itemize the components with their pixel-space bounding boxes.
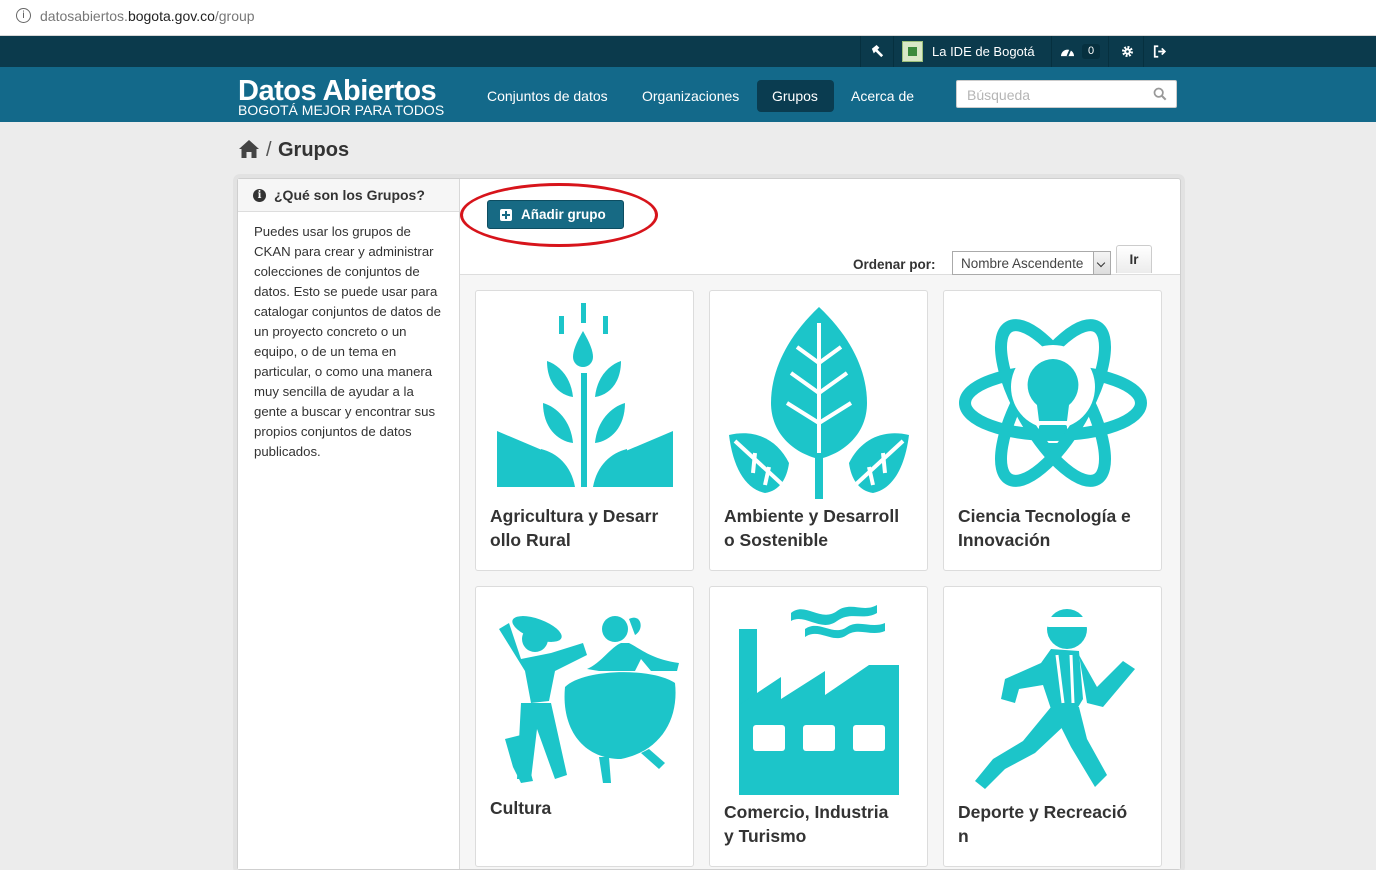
nav-groups[interactable]: Grupos: [757, 80, 834, 112]
group-name[interactable]: Comercio, Industria y Turismo: [724, 800, 902, 848]
group-card[interactable]: Ciencia Tecnología e Innovación: [943, 290, 1162, 571]
atom-bulb-icon: [959, 319, 1147, 487]
activity-count-badge[interactable]: 0: [1082, 44, 1100, 59]
dancers-icon: [499, 616, 679, 783]
runner-icon: [975, 609, 1135, 789]
breadcrumb-separator: /: [266, 139, 272, 161]
group-name[interactable]: Deporte y Recreación: [958, 800, 1136, 848]
info-circle-icon: i: [253, 189, 266, 202]
group-card[interactable]: Comercio, Industria y Turismo: [709, 586, 928, 867]
sort-bar: Ordenar por: Nombre Ascendente Ir: [460, 245, 1180, 275]
browser-url-bar[interactable]: i datosabiertos.bogota.gov.co/group: [0, 0, 1376, 36]
group-card[interactable]: Agricultura y Desarrollo Rural: [475, 290, 694, 571]
search-input[interactable]: [965, 82, 1149, 108]
sort-label: Ordenar por:: [853, 257, 936, 272]
divider: [860, 36, 861, 67]
add-group-button[interactable]: Añadir grupo: [487, 200, 624, 229]
nav-datasets[interactable]: Conjuntos de datos: [472, 80, 623, 112]
user-name-link[interactable]: La IDE de Bogotá: [932, 36, 1035, 67]
nav-organizations[interactable]: Organizaciones: [627, 80, 754, 112]
url-prefix: datosabiertos.: [40, 8, 128, 24]
group-grid: Agricultura y Desarrollo Rural Ambiente …: [460, 275, 1180, 869]
group-name[interactable]: Cultura: [490, 796, 668, 820]
chevron-down-icon[interactable]: [1093, 252, 1110, 274]
sort-go-button[interactable]: Ir: [1116, 245, 1152, 273]
site-logo-subtitle[interactable]: BOGOTÁ MEJOR PARA TODOS: [238, 102, 444, 118]
plus-square-icon: [500, 209, 512, 221]
user-avatar[interactable]: [902, 41, 923, 62]
group-card[interactable]: Deporte y Recreación: [943, 586, 1162, 867]
factory-icon: [739, 605, 899, 795]
group-name[interactable]: Agricultura y Desarrollo Rural: [490, 504, 668, 552]
group-name[interactable]: Ciencia Tecnología e Innovación: [958, 504, 1136, 552]
sign-out-icon[interactable]: [1153, 45, 1167, 58]
dashboard-icon[interactable]: [1060, 45, 1075, 58]
search-box: [956, 80, 1177, 108]
divider: [1108, 36, 1109, 67]
info-icon[interactable]: i: [16, 8, 31, 23]
sidebar-heading: i ¿Qué son los Grupos?: [238, 179, 459, 212]
account-bar: La IDE de Bogotá 0: [0, 36, 1376, 67]
content-wrapper: i ¿Qué son los Grupos? Puedes usar los g…: [237, 178, 1181, 870]
divider: [893, 36, 894, 67]
home-icon[interactable]: [238, 138, 260, 160]
sidebar-description: Puedes usar los grupos de CKAN para crea…: [254, 224, 441, 459]
group-name[interactable]: Ambiente y Desarrollo Sostenible: [724, 504, 902, 552]
primary-content: Añadir grupo Ordenar por: Nombre Ascende…: [460, 179, 1180, 869]
sort-selected-value: Nombre Ascendente: [961, 256, 1084, 271]
sidebar: i ¿Qué son los Grupos? Puedes usar los g…: [238, 179, 460, 869]
divider: [1143, 36, 1144, 67]
group-card[interactable]: Cultura: [475, 586, 694, 867]
wheat-icon: [497, 303, 673, 487]
breadcrumb-current[interactable]: Grupos: [278, 139, 349, 162]
sort-select[interactable]: Nombre Ascendente: [952, 251, 1111, 275]
url-path: /group: [214, 8, 255, 24]
group-card[interactable]: Ambiente y Desarrollo Sostenible: [709, 290, 928, 571]
divider: [1051, 36, 1052, 67]
masthead: Datos Abiertos BOGOTÁ MEJOR PARA TODOS C…: [0, 67, 1376, 122]
nav-about[interactable]: Acerca de: [836, 80, 929, 112]
add-group-label: Añadir grupo: [521, 207, 606, 222]
gear-icon[interactable]: [1121, 45, 1134, 58]
sidebar-heading-text: ¿Qué son los Grupos?: [274, 187, 425, 203]
leaf-icon: [729, 307, 909, 499]
search-icon[interactable]: [1153, 87, 1167, 101]
url-text[interactable]: datosabiertos.bogota.gov.co/group: [40, 8, 255, 24]
hammer-icon[interactable]: [870, 44, 885, 59]
url-domain: bogota.gov.co: [127, 8, 215, 24]
